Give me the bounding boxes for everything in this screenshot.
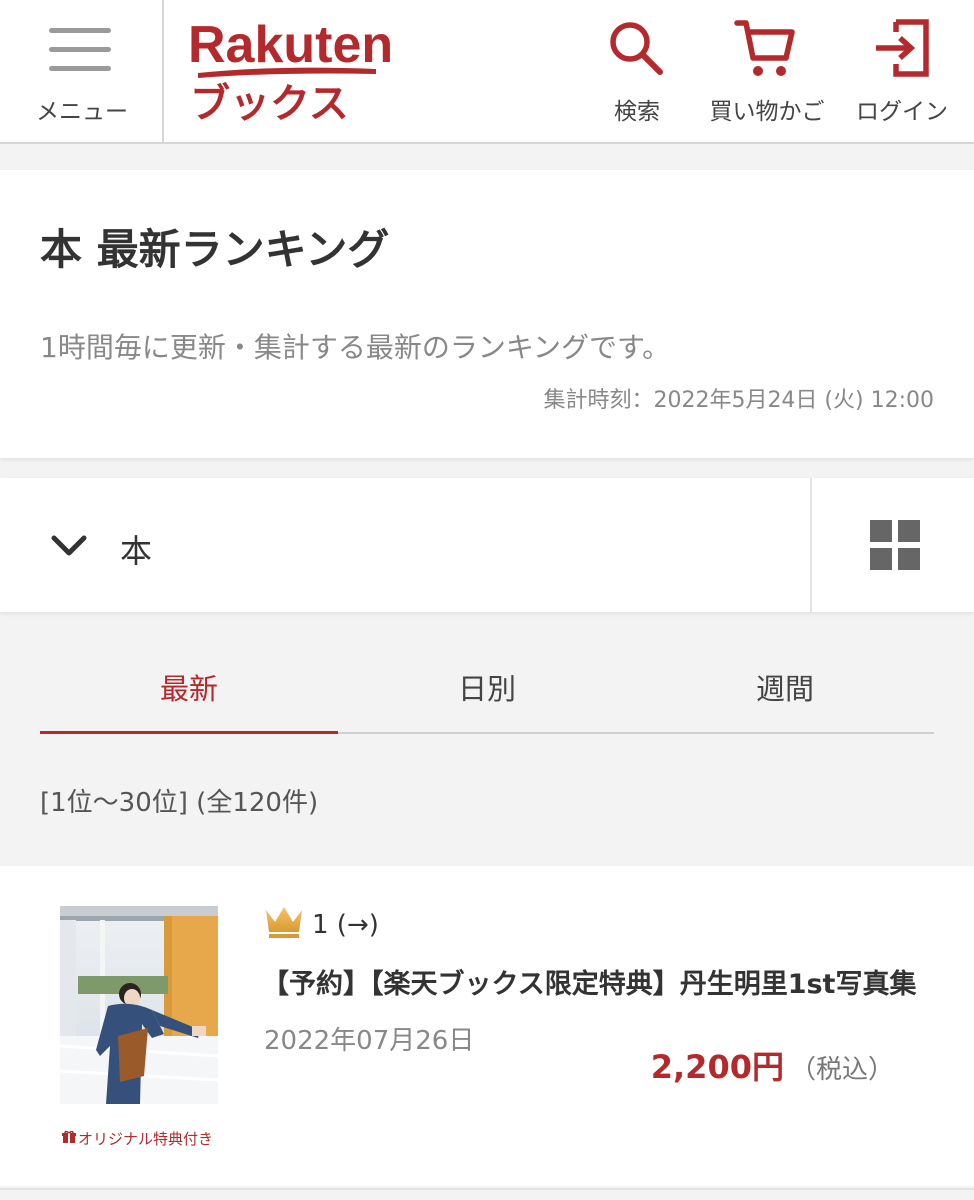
cart-button[interactable]: 買い物かご bbox=[700, 0, 834, 142]
bonus-label: オリジナル特典付き bbox=[78, 1130, 214, 1148]
chevron-down-icon bbox=[50, 534, 88, 562]
ranking-period-tabs: 最新 日別 週間 bbox=[40, 640, 934, 734]
header: メニュー Rakuten ブックス 検索 買い物かご ログイン bbox=[0, 0, 974, 144]
aggregation-time: 集計時刻：2022年5月24日 (火) 12:00 bbox=[543, 388, 934, 413]
rakuten-books-logo[interactable]: Rakuten ブックス bbox=[186, 16, 393, 127]
category-bar: 本 bbox=[0, 478, 974, 612]
svg-text:ブックス: ブックス bbox=[190, 81, 349, 126]
price-block: 2,200円 （税込） bbox=[651, 1042, 894, 1088]
bonus-badge: オリジナル特典付き bbox=[62, 1128, 213, 1149]
search-button[interactable]: 検索 bbox=[600, 0, 674, 142]
tab-latest[interactable]: 最新 bbox=[40, 640, 338, 734]
login-button[interactable]: ログイン bbox=[850, 0, 954, 142]
search-label: 検索 bbox=[614, 99, 660, 125]
search-icon bbox=[606, 18, 666, 82]
category-dropdown[interactable]: 本 bbox=[0, 478, 810, 612]
grid-view-toggle[interactable] bbox=[810, 478, 974, 612]
login-icon bbox=[874, 18, 932, 82]
menu-button[interactable]: メニュー bbox=[0, 0, 164, 142]
grid-view-icon bbox=[870, 520, 920, 574]
page-title: 本 最新ランキング bbox=[40, 225, 390, 274]
hamburger-icon bbox=[49, 28, 111, 72]
cart-label: 買い物かご bbox=[709, 99, 825, 125]
category-label: 本 bbox=[120, 532, 153, 570]
tax-note: （税込） bbox=[789, 1055, 894, 1085]
price: 2,200円 bbox=[650, 1048, 784, 1086]
result-count: [1位〜30位] (全120件) bbox=[40, 788, 319, 818]
page-description: 1時間毎に更新・集計する最新のランキングです。 bbox=[40, 331, 671, 364]
item-divider bbox=[0, 1188, 974, 1200]
tab-weekly[interactable]: 週間 bbox=[636, 640, 934, 734]
svg-text:Rakuten: Rakuten bbox=[188, 16, 391, 74]
menu-label: メニュー bbox=[36, 99, 128, 125]
tab-daily[interactable]: 日別 bbox=[338, 640, 636, 734]
book-cover-image[interactable] bbox=[59, 906, 219, 1104]
crown-icon bbox=[263, 904, 305, 944]
ranking-header-section: 本 最新ランキング 1時間毎に更新・集計する最新のランキングです。 集計時刻：2… bbox=[0, 170, 974, 458]
gift-icon bbox=[62, 1129, 76, 1148]
release-date: 2022年07月26日 bbox=[264, 1026, 475, 1056]
ranking-item[interactable]: オリジナル特典付き 1 (→) 【予約】【楽天ブックス限定特典】丹生明里1st写… bbox=[0, 866, 974, 1186]
cart-icon bbox=[734, 18, 796, 84]
login-label: ログイン bbox=[856, 99, 948, 125]
rank-position: 1 (→) bbox=[312, 910, 379, 940]
item-title-link[interactable]: 【予約】【楽天ブックス限定特典】丹生明里1st写真集 bbox=[262, 962, 932, 1001]
